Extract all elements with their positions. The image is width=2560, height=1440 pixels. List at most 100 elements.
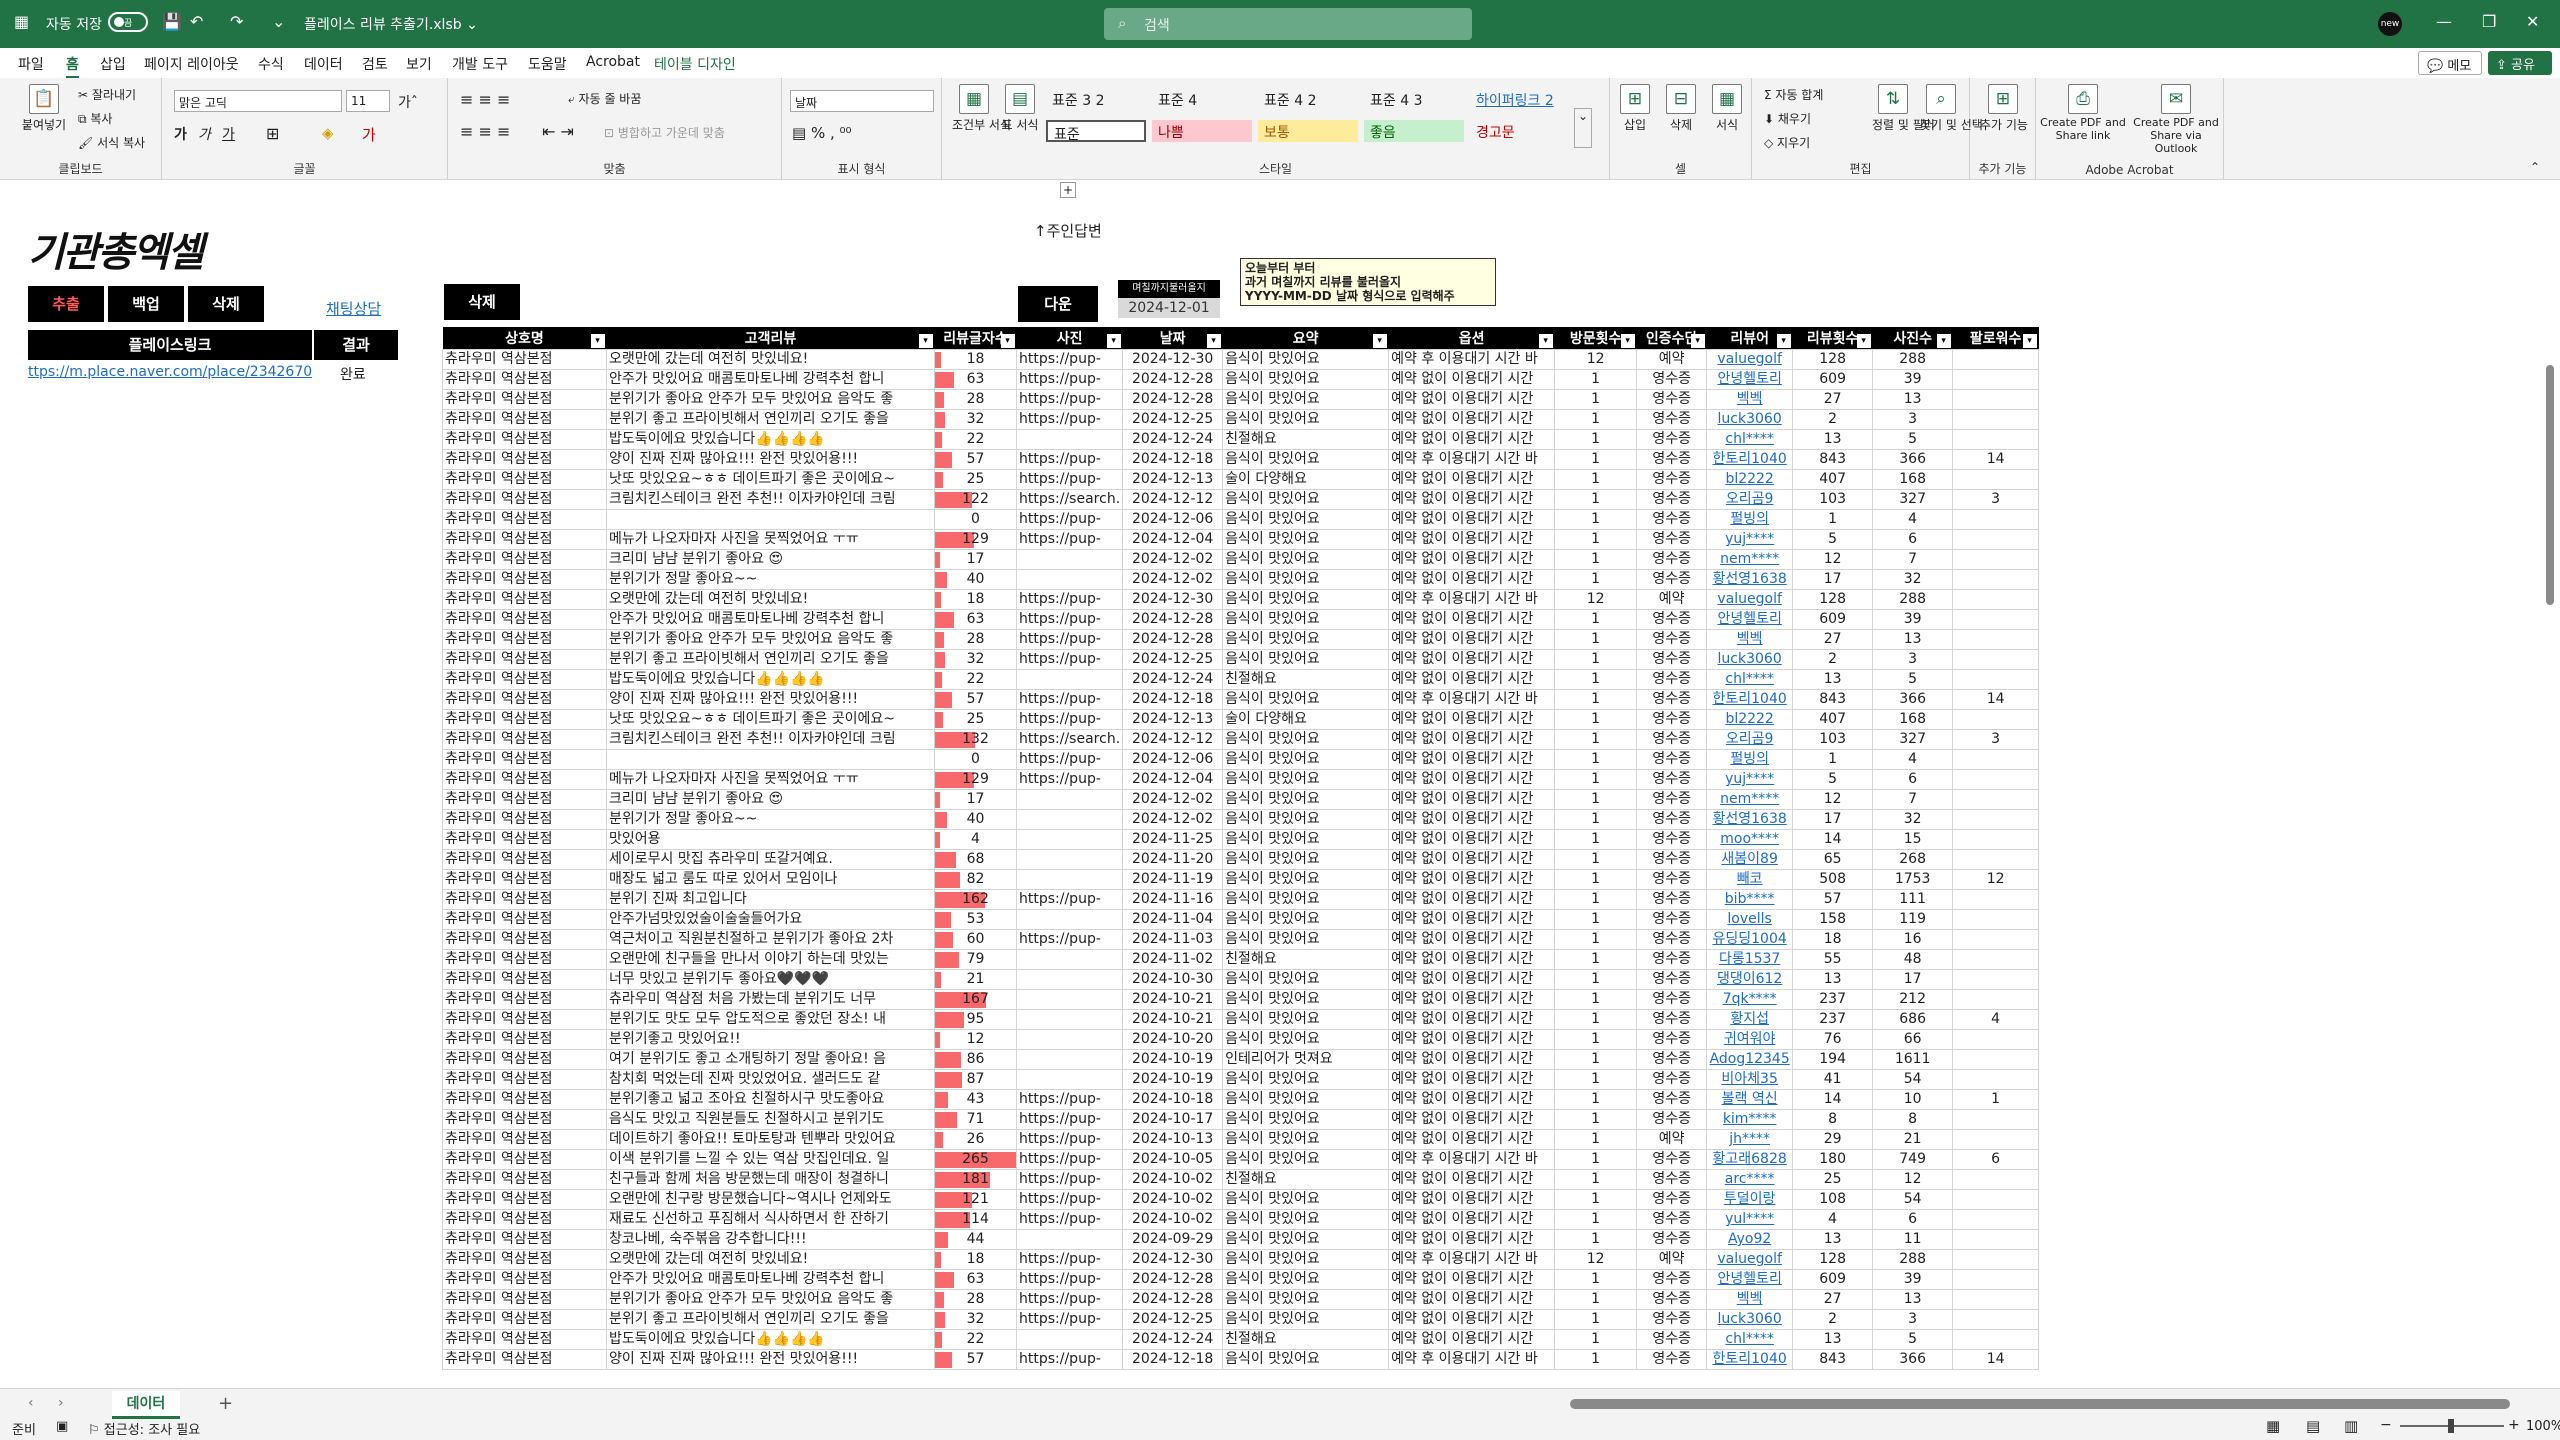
table-cell[interactable]: 예약 후 이용대기 시간 바 [1388,1248,1556,1270]
table-cell[interactable]: 1 [1554,548,1638,570]
table-cell[interactable] [1952,1068,2040,1090]
table-cell[interactable] [1952,368,2040,390]
style-normal[interactable]: 표준 [1046,120,1146,143]
table-cell[interactable]: 6 [1872,768,1954,790]
table-cell[interactable]: 음식이 맛있어요 [1222,988,1390,1010]
style-neutral[interactable]: 보통 [1258,120,1358,142]
redo-icon[interactable]: ↷ [230,12,243,31]
table-cell[interactable]: 예약 없이 이용대기 시간 [1388,368,1556,390]
table-cell[interactable]: 새봄이89 [1706,848,1794,870]
table-cell[interactable]: 츄라우미 역삼본점 [442,1028,607,1050]
table-cell[interactable]: 예약 없이 이용대기 시간 [1388,1048,1556,1070]
table-cell[interactable]: 메뉴가 나오자마자 사진을 못찍었어요 ㅜㅠ [606,528,935,550]
table-cell[interactable]: 11 [1872,1228,1954,1250]
table-cell[interactable]: 츄라우미 역삼본점 [442,508,607,530]
tab-help[interactable]: 도움말 [528,54,567,74]
conditional-format-button[interactable]: ▦ 조건부 서식 [952,84,1011,133]
table-cell[interactable]: https://pup- [1015,448,1124,470]
tab-table-design[interactable]: 테이블 디자인 [654,54,736,74]
table-cell[interactable] [1952,1208,2040,1230]
table-cell[interactable] [1952,1108,2040,1130]
align-left-icon[interactable]: ≡ ≡ ≡ [460,122,510,141]
table-cell[interactable]: 예약 없이 이용대기 시간 [1388,968,1556,990]
table-cell[interactable]: https://pup- [1015,628,1124,650]
table-cell[interactable]: 음식이 맛있어요 [1222,748,1390,770]
table-cell[interactable]: 3 [1872,1308,1954,1330]
table-cell[interactable]: 안주가넘맛있었술이술술들어가요 [606,908,935,930]
column-header[interactable]: 리뷰횟수 ▾ [1792,327,1873,349]
create-pdf-share-link-button[interactable]: ⎙ Create PDF and Share link [2038,84,2128,142]
table-cell[interactable]: 1 [1554,1308,1638,1330]
table-cell[interactable]: 1 [1554,868,1638,890]
table-cell[interactable]: 여기 분위기도 좋고 소개팅하기 정말 좋아요! 음 [606,1048,935,1070]
table-cell[interactable]: 2024-12-02 [1122,808,1224,830]
table-cell[interactable] [1015,908,1124,930]
table-cell[interactable]: 양이 진짜 진짜 많아요!!! 완전 맛있어용!!! [606,688,935,710]
table-cell[interactable]: 예약 없이 이용대기 시간 [1388,628,1556,650]
table-cell[interactable]: 영수증 [1636,848,1708,870]
filter-dropdown-icon[interactable]: ▾ [590,333,605,348]
table-cell[interactable]: 영수증 [1636,388,1708,410]
style-normal-4-3[interactable]: 표준 4 3 [1364,88,1464,110]
table-cell[interactable]: 2024-12-30 [1122,588,1224,610]
table-cell[interactable]: 25 [934,468,1017,490]
table-cell[interactable]: 음식이 맛있어요 [1222,1028,1390,1050]
table-cell[interactable]: 예약 없이 이용대기 시간 [1388,888,1556,910]
table-cell[interactable]: 1 [1554,608,1638,630]
table-cell[interactable]: 2024-12-25 [1122,408,1224,430]
table-cell[interactable]: 13 [1792,1228,1874,1250]
table-cell[interactable]: 103 [1792,728,1874,750]
table-cell[interactable]: 686 [1872,1008,1954,1030]
table-cell[interactable]: 1 [1554,1148,1638,1170]
table-cell[interactable]: https://pup- [1015,1348,1124,1370]
table-cell[interactable]: 예약 [1636,1248,1708,1270]
table-cell[interactable]: 27 [1792,628,1874,650]
table-cell[interactable]: 오랫만에 갔는데 여전히 맛있네요! [606,588,935,610]
table-cell[interactable]: 1 [1554,648,1638,670]
table-cell[interactable]: 212 [1872,988,1954,1010]
table-cell[interactable]: 119 [1872,908,1954,930]
table-cell[interactable]: 한토리1040 [1706,1348,1794,1370]
table-cell[interactable]: 츄라우미 역삼본점 [442,1328,607,1350]
sort-filter-button[interactable]: ⇅ 정렬 및 필터 [1872,84,1935,133]
table-cell[interactable]: 66 [1872,1028,1954,1050]
table-cell[interactable]: 영수증 [1636,568,1708,590]
table-cell[interactable]: 2024-10-21 [1122,988,1224,1010]
table-cell[interactable]: 1 [1792,748,1874,770]
table-cell[interactable] [1015,1008,1124,1030]
table-cell[interactable] [1015,968,1124,990]
table-cell[interactable]: 1 [1554,848,1638,870]
filter-dropdown-icon[interactable]: ▾ [1538,333,1553,348]
table-cell[interactable]: 28 [934,1288,1017,1310]
tab-insert[interactable]: 삽입 [100,54,126,74]
table-cell[interactable]: 영수증 [1636,788,1708,810]
table-cell[interactable]: 분위기가 좋아요 안주가 모두 맛있어요 음악도 좋 [606,1288,935,1310]
undo-icon[interactable]: ↶ [190,12,203,31]
table-cell[interactable]: 오리곰9 [1706,488,1794,510]
table-cell[interactable]: 영수증 [1636,968,1708,990]
table-cell[interactable] [1952,1048,2040,1070]
table-cell[interactable]: 2024-12-28 [1122,1268,1224,1290]
table-cell[interactable]: 2024-10-21 [1122,1008,1224,1030]
table-cell[interactable]: yuj**** [1706,528,1794,550]
table-cell[interactable]: 예약 없이 이용대기 시간 [1388,988,1556,1010]
table-cell[interactable]: https://pup- [1015,768,1124,790]
table-cell[interactable]: 귀여워야 [1706,1028,1794,1050]
table-cell[interactable]: 츄라우미 역삼본점 [442,1248,607,1270]
table-cell[interactable]: 예약 없이 이용대기 시간 [1388,428,1556,450]
table-cell[interactable]: 128 [1792,348,1874,370]
table-cell[interactable]: 한토리1040 [1706,688,1794,710]
table-cell[interactable]: 63 [934,368,1017,390]
table-cell[interactable]: 2024-11-16 [1122,888,1224,910]
table-cell[interactable]: yuj**** [1706,768,1794,790]
table-cell[interactable]: 2024-12-18 [1122,448,1224,470]
table-cell[interactable]: 1 [1952,1088,2040,1110]
table-cell[interactable]: 327 [1872,728,1954,750]
table-cell[interactable]: 예약 없이 이용대기 시간 [1388,1288,1556,1310]
table-cell[interactable]: 예약 없이 이용대기 시간 [1388,848,1556,870]
table-cell[interactable] [1952,428,2040,450]
table-cell[interactable]: 분위기 진짜 최고입니다 [606,888,935,910]
table-cell[interactable]: 빼코 [1706,868,1794,890]
table-cell[interactable]: luck3060 [1706,408,1794,430]
table-cell[interactable]: 265 [934,1148,1017,1170]
